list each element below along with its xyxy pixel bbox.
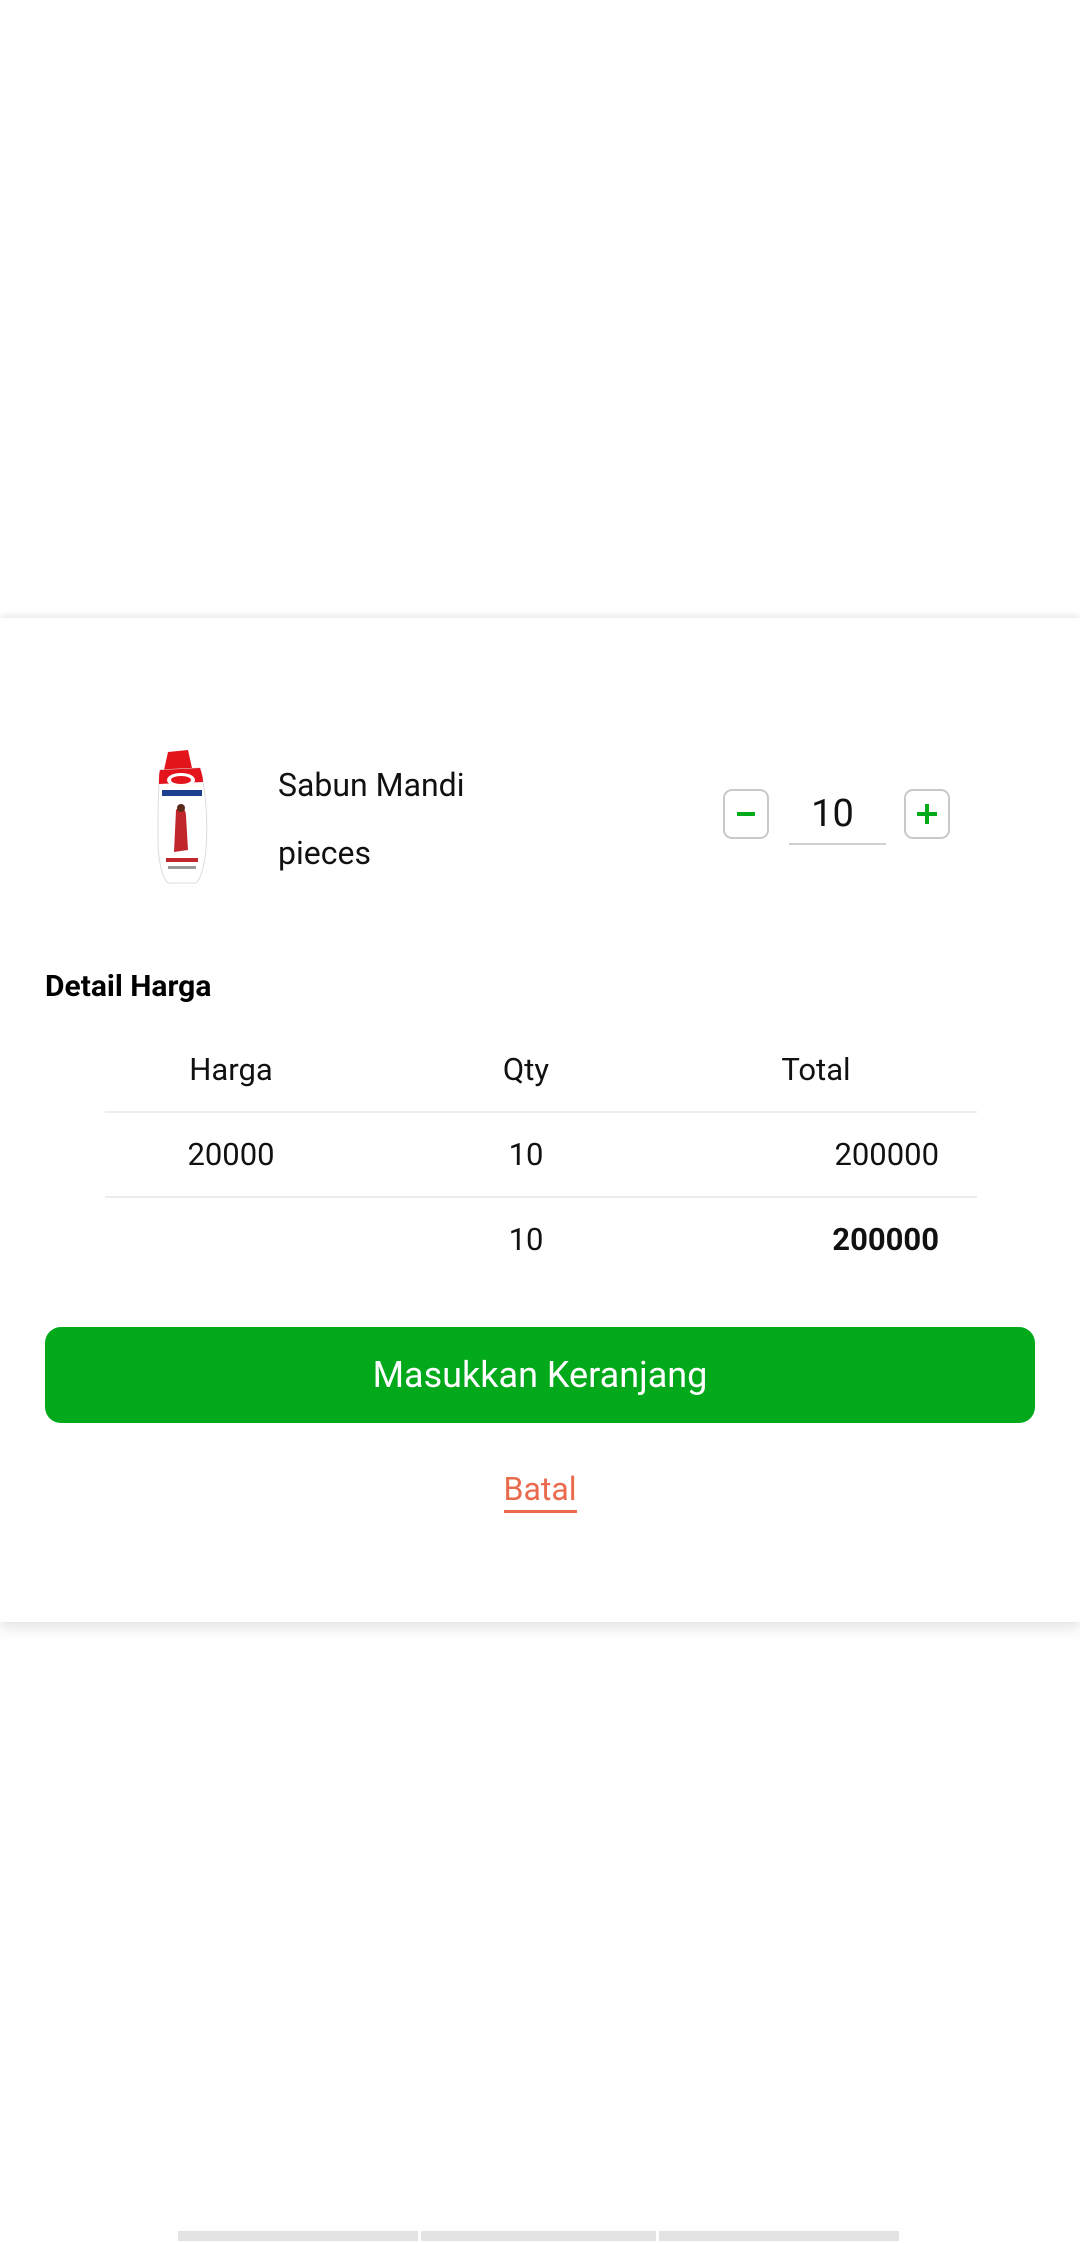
price-detail-title: Detail Harga	[45, 969, 212, 1004]
plus-icon	[917, 804, 937, 824]
table-summary-row: 10 200000	[105, 1198, 977, 1281]
nav-bar-segment	[421, 2231, 656, 2241]
system-nav-bar	[178, 2231, 902, 2241]
row-qty: 10	[508, 1136, 544, 1173]
add-to-cart-sheet: Sabun Mandi pieces Detail Harga Harga Qt…	[0, 618, 1080, 1622]
product-row: Sabun Mandi pieces	[0, 618, 1080, 918]
price-table: Harga Qty Total 20000 10 200000 10 20000…	[105, 1028, 977, 1281]
cancel-link[interactable]: Batal	[0, 1470, 1080, 1513]
header-harga: Harga	[189, 1051, 273, 1088]
nav-bar-segment	[659, 2231, 899, 2241]
summary-total: 200000	[832, 1221, 939, 1258]
row-total: 200000	[834, 1136, 939, 1173]
header-total: Total	[781, 1051, 851, 1088]
add-to-cart-button[interactable]: Masukkan Keranjang	[45, 1327, 1035, 1423]
row-harga: 20000	[187, 1136, 275, 1173]
quantity-input[interactable]	[789, 785, 886, 845]
cancel-label: Batal	[503, 1470, 577, 1513]
decrement-button[interactable]	[723, 789, 769, 839]
summary-qty: 10	[508, 1221, 544, 1258]
product-name: Sabun Mandi	[278, 766, 465, 804]
table-header-row: Harga Qty Total	[105, 1028, 977, 1113]
nav-bar-segment	[178, 2231, 418, 2241]
increment-button[interactable]	[904, 789, 950, 839]
header-qty: Qty	[502, 1051, 550, 1088]
screen: Sabun Mandi pieces Detail Harga Harga Qt…	[0, 0, 1080, 2243]
product-unit: pieces	[278, 834, 371, 872]
table-row: 20000 10 200000	[105, 1113, 977, 1198]
soap-bottle-icon	[157, 750, 208, 884]
minus-icon	[737, 812, 755, 816]
